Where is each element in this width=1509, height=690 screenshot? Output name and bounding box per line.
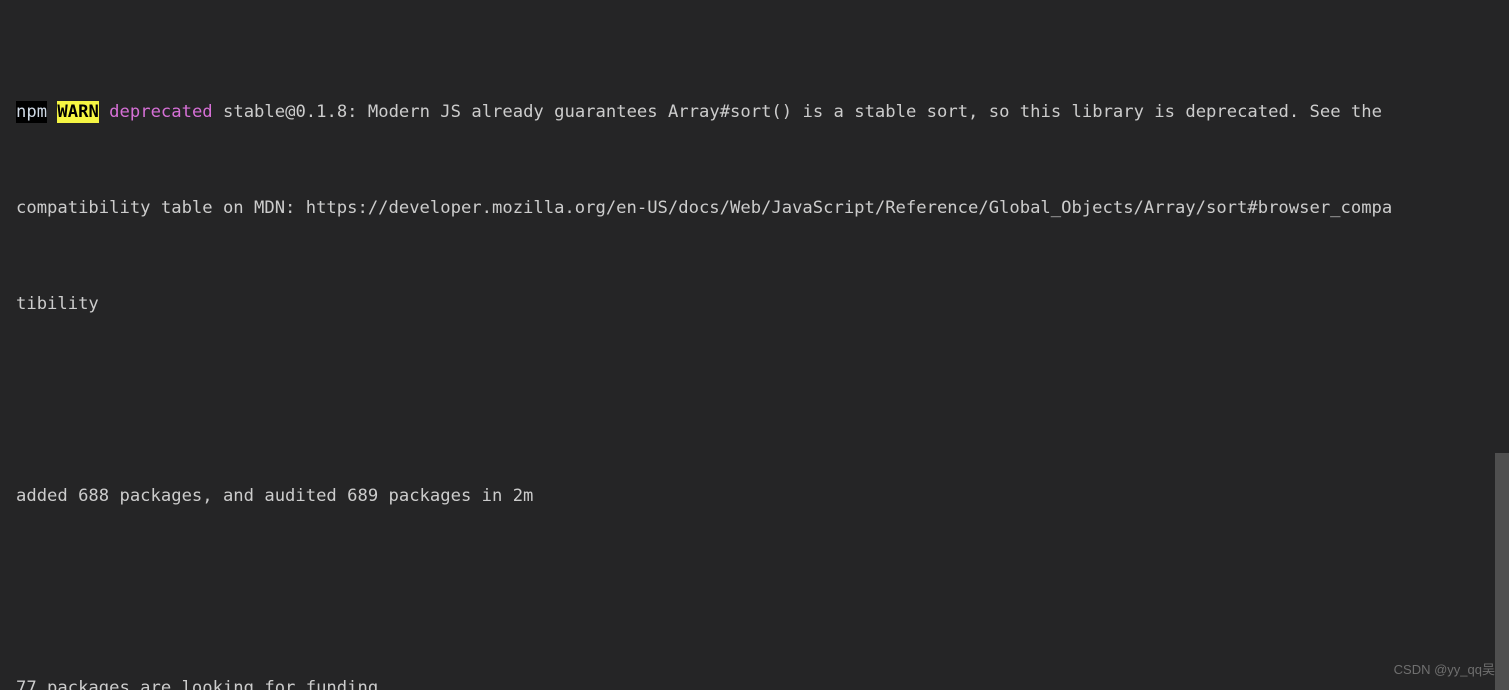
funding-line: 77 packages are looking for funding [0, 676, 1509, 690]
npm-badge: npm [16, 101, 48, 123]
terminal-output-panel[interactable]: npm WARN deprecated stable@0.1.8: Modern… [0, 0, 1509, 690]
warn-message-part-2: compatibility table on MDN: https://deve… [16, 198, 1393, 218]
added-packages-text: added 688 packages, and audited 689 pack… [16, 486, 534, 506]
warn-message-part-1: stable@0.1.8: Modern JS already guarante… [212, 102, 1382, 122]
npm-warn-line-3: tibility [0, 292, 1509, 316]
npm-warn-line-2: compatibility table on MDN: https://deve… [0, 196, 1509, 220]
vertical-scrollbar[interactable] [1495, 0, 1509, 690]
csdn-watermark: CSDN @yy_qq吴 [1393, 662, 1495, 677]
warn-badge: WARN [57, 101, 99, 123]
funding-text: 77 packages are looking for funding [16, 678, 379, 690]
scrollbar-thumb[interactable] [1495, 453, 1509, 690]
npm-warn-line-1: npm WARN deprecated stable@0.1.8: Modern… [0, 100, 1509, 124]
space-1 [47, 102, 57, 122]
deprecated-label: deprecated [109, 102, 213, 122]
warn-message-part-3: tibility [16, 294, 99, 314]
added-packages-line: added 688 packages, and audited 689 pack… [0, 484, 1509, 508]
space-2 [99, 102, 109, 122]
